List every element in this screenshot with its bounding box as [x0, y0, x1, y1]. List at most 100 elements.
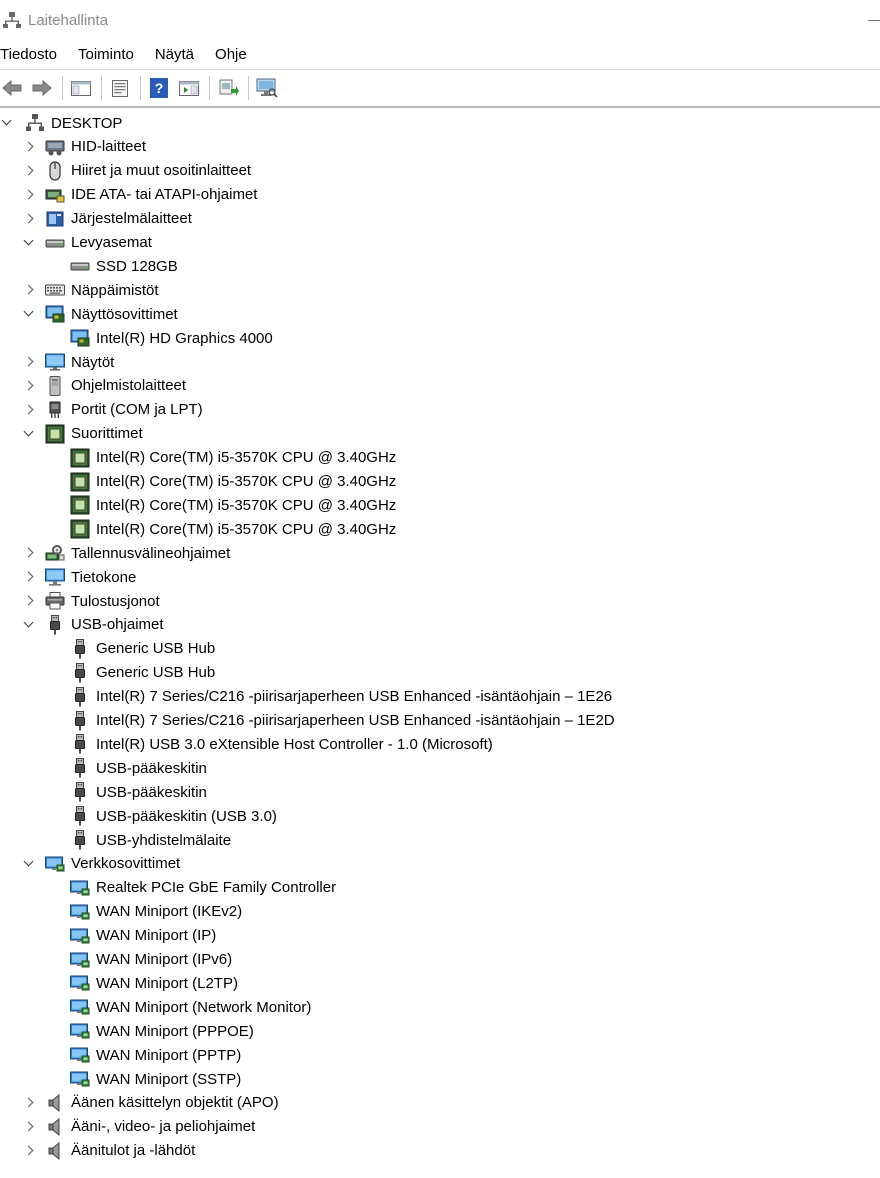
tree-item-label: Näyttösovittimet: [71, 305, 178, 323]
device-node[interactable]: USB-pääkeskitin: [70, 756, 207, 780]
menu-näytä[interactable]: Näytä: [155, 46, 194, 63]
category-hid-laitteet[interactable]: HID-laitteet: [22, 135, 146, 159]
expand-chevron-icon[interactable]: [22, 212, 36, 226]
expand-chevron-icon[interactable]: [22, 546, 36, 560]
device-node[interactable]: WAN Miniport (PPPOE): [70, 1019, 254, 1043]
hid-icon: [45, 137, 65, 157]
category-ääni-video-ja-peliohjaimet[interactable]: Ääni-, video- ja peliohjaimet: [22, 1115, 255, 1139]
category-suorittimet[interactable]: Suorittimet: [22, 422, 143, 446]
disk-drive-icon: [70, 256, 90, 276]
expand-chevron-icon[interactable]: [22, 1144, 36, 1158]
device-node[interactable]: Intel(R) Core(TM) i5-3570K CPU @ 3.40GHz: [70, 493, 396, 517]
device-node[interactable]: Intel(R) Core(TM) i5-3570K CPU @ 3.40GHz: [70, 446, 396, 470]
forward-icon[interactable]: [30, 76, 54, 100]
tree-item-label: USB-ohjaimet: [71, 616, 164, 634]
network-adapter-icon: [70, 997, 90, 1017]
device-node[interactable]: WAN Miniport (SSTP): [70, 1067, 241, 1091]
device-node[interactable]: WAN Miniport (PPTP): [70, 1043, 241, 1067]
category-levyasemat[interactable]: Levyasemat: [22, 231, 152, 255]
device-node[interactable]: Intel(R) 7 Series/C216 -piirisarjaperhee…: [70, 685, 612, 709]
category-usb-ohjaimet[interactable]: USB-ohjaimet: [22, 613, 164, 637]
tree-item-label: Järjestelmälaitteet: [71, 210, 192, 228]
expand-chevron-icon[interactable]: [22, 140, 36, 154]
category-äänitulot-ja-lähdöt[interactable]: Äänitulot ja -lähdöt: [22, 1139, 195, 1163]
expand-chevron-icon[interactable]: [22, 283, 36, 297]
device-node[interactable]: Generic USB Hub: [70, 661, 215, 685]
speaker-icon: [45, 1117, 65, 1137]
category-näytöt[interactable]: Näytöt: [22, 350, 114, 374]
expand-chevron-icon[interactable]: [22, 1120, 36, 1134]
expand-chevron-icon[interactable]: [22, 379, 36, 393]
usb-icon: [70, 782, 90, 802]
tree-item-label: WAN Miniport (PPPOE): [96, 1022, 254, 1040]
device-node[interactable]: SSD 128GB: [70, 254, 178, 278]
category-verkkosovittimet[interactable]: Verkkosovittimet: [22, 852, 180, 876]
category-ohjelmistolaitteet[interactable]: Ohjelmistolaitteet: [22, 374, 186, 398]
collapse-chevron-icon[interactable]: [0, 116, 14, 130]
category-äänen-käsittelyn-objektit-apo[interactable]: Äänen käsittelyn objektit (APO): [22, 1091, 279, 1115]
device-node[interactable]: WAN Miniport (L2TP): [70, 971, 238, 995]
category-ide-ata-tai-atapi-ohjaimet[interactable]: IDE ATA- tai ATAPI-ohjaimet: [22, 183, 257, 207]
disk-drive-icon: [45, 233, 65, 253]
computer-network-icon: [25, 113, 45, 133]
network-adapter-icon: [70, 926, 90, 946]
category-tietokone[interactable]: Tietokone: [22, 565, 136, 589]
category-portit-com-ja-lpt[interactable]: Portit (COM ja LPT): [22, 398, 203, 422]
expand-chevron-icon[interactable]: [22, 403, 36, 417]
device-node[interactable]: USB-pääkeskitin (USB 3.0): [70, 804, 277, 828]
device-node[interactable]: WAN Miniport (IPv6): [70, 948, 232, 972]
expand-chevron-icon[interactable]: [22, 570, 36, 584]
update-driver-icon[interactable]: [216, 76, 240, 100]
expand-chevron-icon[interactable]: [22, 164, 36, 178]
expand-chevron-icon[interactable]: [22, 355, 36, 369]
collapse-chevron-icon[interactable]: [22, 427, 36, 441]
scan-hardware-icon[interactable]: [255, 76, 279, 100]
expand-chevron-icon[interactable]: [22, 188, 36, 202]
device-node[interactable]: USB-pääkeskitin: [70, 780, 207, 804]
minimize-button[interactable]: [860, 8, 880, 32]
device-node[interactable]: Intel(R) 7 Series/C216 -piirisarjaperhee…: [70, 709, 615, 733]
device-node[interactable]: WAN Miniport (IP): [70, 924, 216, 948]
device-node[interactable]: Intel(R) USB 3.0 eXtensible Host Control…: [70, 732, 493, 756]
tree-item-label: Näppäimistöt: [71, 281, 159, 299]
device-node[interactable]: Intel(R) HD Graphics 4000: [70, 326, 273, 350]
tree-item-label: Tulostusjonot: [71, 592, 160, 610]
collapse-chevron-icon[interactable]: [22, 307, 36, 321]
back-icon[interactable]: [0, 76, 24, 100]
tree-root-desktop[interactable]: DESKTOP: [0, 111, 122, 135]
tree-item-label: Portit (COM ja LPT): [71, 401, 203, 419]
usb-icon: [45, 614, 65, 635]
category-näyttösovittimet[interactable]: Näyttösovittimet: [22, 302, 178, 326]
menu-toiminto[interactable]: Toiminto: [78, 46, 134, 63]
network-adapter-icon: [70, 878, 90, 898]
category-järjestelmälaitteet[interactable]: Järjestelmälaitteet: [22, 207, 192, 231]
menu-tiedosto[interactable]: Tiedosto: [0, 46, 57, 63]
properties-icon[interactable]: [108, 76, 132, 100]
category-hiiret-ja-muut-osoitinlaitteet[interactable]: Hiiret ja muut osoitinlaitteet: [22, 159, 251, 183]
tree-item-label: Realtek PCIe GbE Family Controller: [96, 879, 337, 897]
collapse-chevron-icon[interactable]: [22, 618, 36, 632]
device-node[interactable]: WAN Miniport (IKEv2): [70, 900, 242, 924]
category-näppäimistöt[interactable]: Näppäimistöt: [22, 278, 159, 302]
usb-icon: [70, 806, 90, 826]
help-icon[interactable]: ?: [147, 76, 171, 100]
category-tulostusjonot[interactable]: Tulostusjonot: [22, 589, 160, 613]
expand-chevron-icon[interactable]: [22, 1096, 36, 1110]
device-node[interactable]: Intel(R) Core(TM) i5-3570K CPU @ 3.40GHz: [70, 470, 396, 494]
expand-chevron-icon[interactable]: [22, 594, 36, 608]
processor-icon: [70, 519, 90, 539]
network-adapter-icon: [70, 973, 90, 993]
device-node[interactable]: Generic USB Hub: [70, 637, 215, 661]
action-pane-icon[interactable]: [177, 76, 201, 100]
show-hide-console-tree-icon[interactable]: [69, 76, 93, 100]
device-node[interactable]: USB-yhdistelmälaite: [70, 828, 231, 852]
collapse-chevron-icon[interactable]: [22, 857, 36, 871]
device-node[interactable]: Realtek PCIe GbE Family Controller: [70, 876, 336, 900]
tree-item-label: Intel(R) HD Graphics 4000: [96, 329, 273, 347]
collapse-chevron-icon[interactable]: [22, 236, 36, 250]
device-node[interactable]: WAN Miniport (Network Monitor): [70, 995, 311, 1019]
category-tallennusvälineohjaimet[interactable]: Tallennusvälineohjaimet: [22, 541, 230, 565]
usb-icon: [70, 758, 90, 778]
device-node[interactable]: Intel(R) Core(TM) i5-3570K CPU @ 3.40GHz: [70, 517, 396, 541]
menu-ohje[interactable]: Ohje: [215, 46, 247, 63]
